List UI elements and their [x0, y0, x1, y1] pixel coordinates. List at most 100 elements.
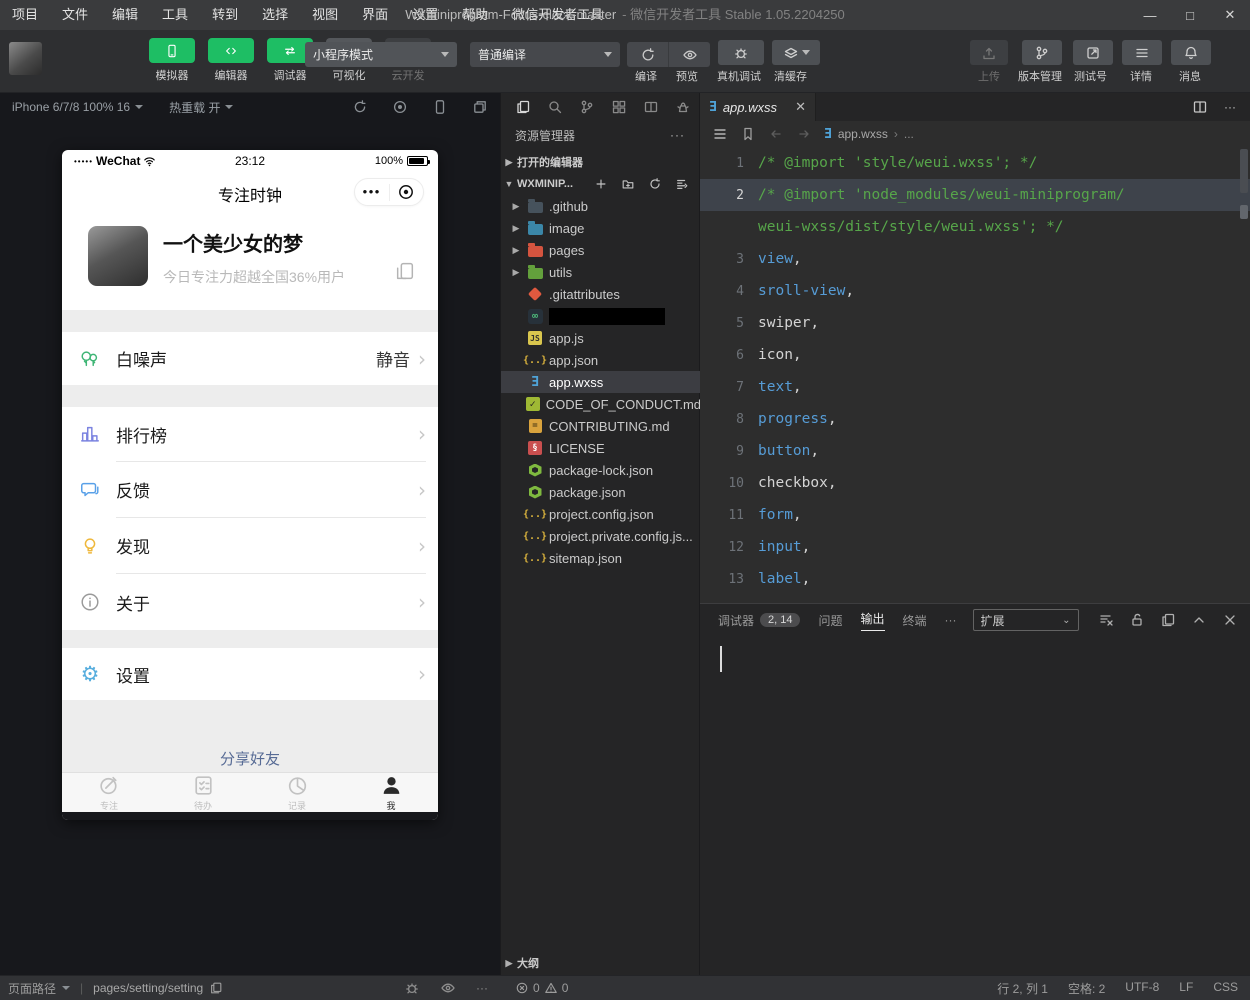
refresh-circle-icon[interactable]: [352, 99, 368, 115]
mode-select[interactable]: 小程序模式: [305, 42, 457, 67]
user-avatar[interactable]: [9, 42, 42, 75]
open-editors-section[interactable]: ▶ 打开的编辑器: [501, 151, 699, 173]
tab-me[interactable]: 我: [344, 773, 438, 812]
simulator-button[interactable]: 模拟器: [148, 38, 196, 83]
file-row-package[interactable]: package.json: [501, 481, 701, 503]
tab-focus[interactable]: 专注: [62, 773, 156, 812]
outline-section[interactable]: ▶ 大纲: [501, 953, 699, 973]
test-account-button[interactable]: [1073, 40, 1113, 65]
menu-item-about[interactable]: 关于 ›: [62, 574, 438, 630]
language-mode[interactable]: CSS: [1213, 980, 1238, 997]
editor-more-button[interactable]: ···: [1224, 100, 1236, 114]
tab-record[interactable]: 记录: [250, 773, 344, 812]
minimize-button[interactable]: —: [1130, 0, 1170, 30]
unlock-icon[interactable]: [1129, 612, 1145, 628]
file-row-contributing[interactable]: CONTRIBUTING.md: [501, 415, 701, 437]
vconsole-bug-icon[interactable]: [404, 980, 420, 996]
refresh-icon[interactable]: [648, 177, 662, 191]
file-row-github[interactable]: ▶.github: [501, 195, 701, 217]
file-row-project-private[interactable]: project.private.config.js...: [501, 525, 701, 547]
version-control-button[interactable]: [1022, 40, 1062, 65]
share-friends-link[interactable]: 分享好友: [62, 748, 438, 769]
file-row-image[interactable]: ▶image: [501, 217, 701, 239]
new-folder-icon[interactable]: [621, 177, 635, 191]
menu-project[interactable]: 项目: [0, 0, 50, 30]
page-path-select[interactable]: 页面路径: [8, 980, 56, 997]
file-row-utils[interactable]: ▶utils: [501, 261, 701, 283]
file-row-project-config[interactable]: project.config.json: [501, 503, 701, 525]
tab-debugger[interactable]: 调试器: [718, 612, 754, 629]
file-row-pages[interactable]: ▶pages: [501, 239, 701, 261]
problems-indicator[interactable]: 0 0: [515, 981, 568, 995]
file-row-appjs[interactable]: app.js: [501, 327, 701, 349]
details-button[interactable]: [1122, 40, 1162, 65]
file-row-conduct[interactable]: CODE_OF_CONDUCT.md: [501, 393, 701, 415]
editor-button[interactable]: 编辑器: [207, 38, 255, 83]
copy-icon[interactable]: [1160, 612, 1176, 628]
project-section[interactable]: ▼ WXMINIP...: [501, 173, 699, 195]
restore-window-icon[interactable]: [472, 99, 488, 115]
visibility-eye-icon[interactable]: [440, 980, 456, 996]
breadcrumb-file[interactable]: app.wxss: [838, 127, 888, 141]
collapse-all-icon[interactable]: [675, 177, 689, 191]
exit-target-icon[interactable]: [390, 183, 424, 201]
file-row-gitattributes[interactable]: .gitattributes: [501, 283, 701, 305]
menu-item-feedback[interactable]: 反馈 ›: [62, 462, 438, 517]
device-debug-button[interactable]: [718, 40, 764, 65]
messages-button[interactable]: [1171, 40, 1211, 65]
messages-label[interactable]: 消息: [1179, 68, 1201, 84]
test-account-label[interactable]: 测试号: [1074, 68, 1107, 84]
phone-frame-icon[interactable]: [432, 99, 448, 115]
file-row-redacted[interactable]: [501, 305, 701, 327]
output-text-cursor[interactable]: [720, 646, 722, 672]
preview-label[interactable]: 预览: [676, 68, 698, 84]
explorer-more-button[interactable]: ···: [670, 128, 685, 142]
menu-select[interactable]: 选择: [250, 0, 300, 30]
menu-tools[interactable]: 工具: [150, 0, 200, 30]
sim-more-dots[interactable]: ···: [476, 981, 488, 995]
tab-app-wxss[interactable]: app.wxss ✕: [700, 93, 816, 121]
indent-setting[interactable]: 空格: 2: [1068, 980, 1105, 997]
menu-goto[interactable]: 转到: [200, 0, 250, 30]
compile-button[interactable]: [627, 42, 668, 67]
version-label[interactable]: 版本管理: [1018, 68, 1062, 84]
compile-mode-select[interactable]: 普通编译: [470, 42, 620, 67]
eol-setting[interactable]: LF: [1179, 980, 1193, 997]
tab-output[interactable]: 输出: [861, 610, 885, 631]
hot-reload-toggle[interactable]: 热重载 开: [169, 99, 233, 116]
split-editor-icon[interactable]: [1192, 99, 1208, 115]
device-select[interactable]: iPhone 6/7/8 100% 16: [12, 100, 143, 114]
menu-item-discover[interactable]: 发现 ›: [62, 518, 438, 573]
code-editor[interactable]: 1/* @import 'style/weui.wxss'; */ 2/* @i…: [700, 147, 1250, 603]
files-icon[interactable]: [515, 99, 531, 115]
details-label[interactable]: 详情: [1130, 68, 1152, 84]
editor-scrollbar[interactable]: [1240, 149, 1248, 193]
output-filter-select[interactable]: 扩展⌄: [973, 609, 1079, 631]
encoding-setting[interactable]: UTF-8: [1125, 980, 1159, 997]
menu-view[interactable]: 视图: [300, 0, 350, 30]
breadcrumb-more[interactable]: ...: [904, 127, 914, 141]
record-icon[interactable]: [392, 99, 408, 115]
menu-interface[interactable]: 界面: [350, 0, 400, 30]
preview-button[interactable]: [669, 42, 710, 67]
tab-close-icon[interactable]: ✕: [795, 99, 806, 115]
grid-icon[interactable]: [611, 99, 627, 115]
tab-todo[interactable]: 待办: [156, 773, 250, 812]
device-debug-label[interactable]: 真机调试: [717, 68, 761, 84]
menu-item-ranking[interactable]: 排行榜 ›: [62, 407, 438, 461]
device-share-icon[interactable]: [394, 260, 416, 282]
menu-item-white-noise[interactable]: 白噪声 静音 ›: [62, 332, 438, 385]
menu-file[interactable]: 文件: [50, 0, 100, 30]
more-dots-icon[interactable]: •••: [355, 179, 389, 205]
cursor-position[interactable]: 行 2, 列 1: [997, 980, 1048, 997]
bookmark-icon[interactable]: [740, 126, 756, 142]
copy-path-icon[interactable]: [209, 981, 223, 995]
file-row-appwxss[interactable]: app.wxss: [501, 371, 701, 393]
new-file-icon[interactable]: [594, 177, 608, 191]
git-branch-icon[interactable]: [579, 99, 595, 115]
file-row-license[interactable]: LICENSE: [501, 437, 701, 459]
compile-label[interactable]: 编译: [635, 68, 657, 84]
clear-cache-label[interactable]: 清缓存: [774, 68, 807, 84]
file-row-appjson[interactable]: app.json: [501, 349, 701, 371]
profile-avatar[interactable]: [88, 226, 148, 286]
